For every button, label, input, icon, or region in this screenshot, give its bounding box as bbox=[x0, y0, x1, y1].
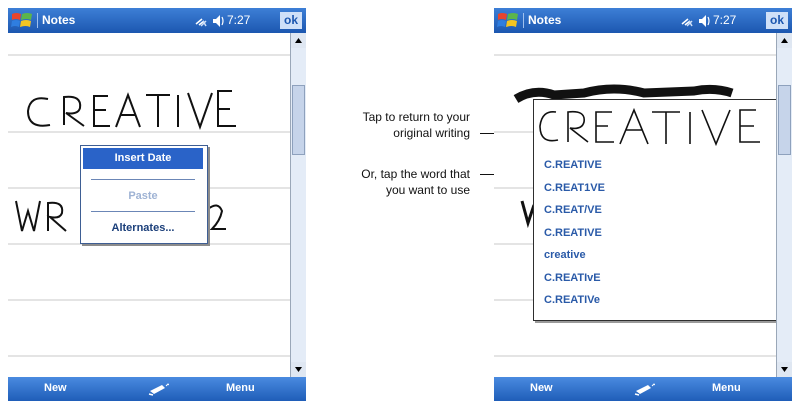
choose-word-callout: Or, tap the word that you want to use bbox=[300, 166, 470, 198]
menu-bar: New Menu bbox=[494, 377, 792, 401]
pen-input-icon[interactable] bbox=[633, 380, 655, 398]
windows-start-icon[interactable] bbox=[11, 11, 33, 30]
menu-button[interactable]: Menu bbox=[226, 382, 255, 394]
vertical-scrollbar[interactable] bbox=[290, 33, 306, 377]
scroll-down-button[interactable] bbox=[291, 362, 306, 377]
new-button[interactable]: New bbox=[530, 382, 553, 394]
alternates-menu-item[interactable]: Alternates... bbox=[83, 218, 203, 239]
menu-button[interactable]: Menu bbox=[712, 382, 741, 394]
alternate-word-item[interactable]: C.REAT/VE bbox=[544, 199, 605, 222]
ok-button[interactable]: ok bbox=[766, 12, 788, 29]
title-bar: Notes 7:27 ok bbox=[8, 8, 306, 33]
clock[interactable]: 7:27 bbox=[713, 13, 736, 27]
alternates-popup: C.REATIVE C.REAT1VE C.REAT/VE C.REATIVE … bbox=[533, 99, 777, 321]
scroll-down-arrow-icon bbox=[781, 367, 788, 372]
speaker-icon[interactable] bbox=[699, 15, 710, 27]
scroll-thumb[interactable] bbox=[778, 85, 791, 155]
ok-button[interactable]: ok bbox=[280, 12, 302, 29]
scroll-up-button[interactable] bbox=[777, 33, 792, 48]
menu-separator bbox=[91, 179, 195, 180]
scroll-up-arrow-icon bbox=[295, 38, 302, 43]
scroll-up-button[interactable] bbox=[291, 33, 306, 48]
scroll-down-button[interactable] bbox=[777, 362, 792, 377]
clock[interactable]: 7:27 bbox=[227, 13, 250, 27]
alternate-word-item[interactable]: C.REAT1VE bbox=[544, 177, 605, 200]
paste-menu-item[interactable]: Paste bbox=[83, 186, 203, 207]
scroll-up-arrow-icon bbox=[781, 38, 788, 43]
app-title: Notes bbox=[42, 13, 76, 27]
return-callout: Tap to return to your original writing bbox=[300, 109, 470, 141]
alternate-word-item[interactable]: C.REATIVE bbox=[544, 154, 605, 177]
alternates-list: C.REATIVE C.REAT1VE C.REAT/VE C.REATIVE … bbox=[544, 154, 605, 312]
vertical-scrollbar[interactable] bbox=[776, 33, 792, 377]
title-bar: Notes 7:27 ok bbox=[494, 8, 792, 33]
scroll-down-arrow-icon bbox=[295, 367, 302, 372]
insert-date-menu-item[interactable]: Insert Date bbox=[83, 148, 203, 169]
new-button[interactable]: New bbox=[44, 382, 67, 394]
alternate-word-item[interactable]: C.REATIVE bbox=[544, 222, 605, 245]
app-title: Notes bbox=[528, 13, 562, 27]
right-device-screen: Notes 7:27 ok C.REATIVE C.REAT1VE C.REAT… bbox=[494, 8, 792, 401]
context-menu: Insert Date Paste Alternates... bbox=[80, 145, 208, 244]
speaker-icon[interactable] bbox=[213, 15, 224, 27]
title-separator bbox=[523, 13, 524, 28]
handwriting-creative[interactable] bbox=[26, 90, 236, 131]
windows-start-icon[interactable] bbox=[497, 11, 519, 30]
left-device-screen: Notes 7:27 ok Insert Date Paste Alternat… bbox=[8, 8, 306, 401]
alternate-word-item[interactable]: C.REATIVe bbox=[544, 289, 605, 312]
menu-separator bbox=[91, 211, 195, 212]
pen-input-icon[interactable] bbox=[147, 380, 169, 398]
alternate-word-item[interactable]: C.REATIvE bbox=[544, 267, 605, 290]
callout-text: Tap to return to your bbox=[362, 110, 470, 124]
title-separator bbox=[37, 13, 38, 28]
menu-bar: New Menu bbox=[8, 377, 306, 401]
callout-text: you want to use bbox=[385, 183, 470, 197]
callout-text: original writing bbox=[393, 126, 470, 140]
callout-text: Or, tap the word that bbox=[361, 167, 470, 181]
alternate-word-item[interactable]: creative bbox=[544, 244, 605, 267]
original-writing[interactable] bbox=[534, 100, 776, 152]
